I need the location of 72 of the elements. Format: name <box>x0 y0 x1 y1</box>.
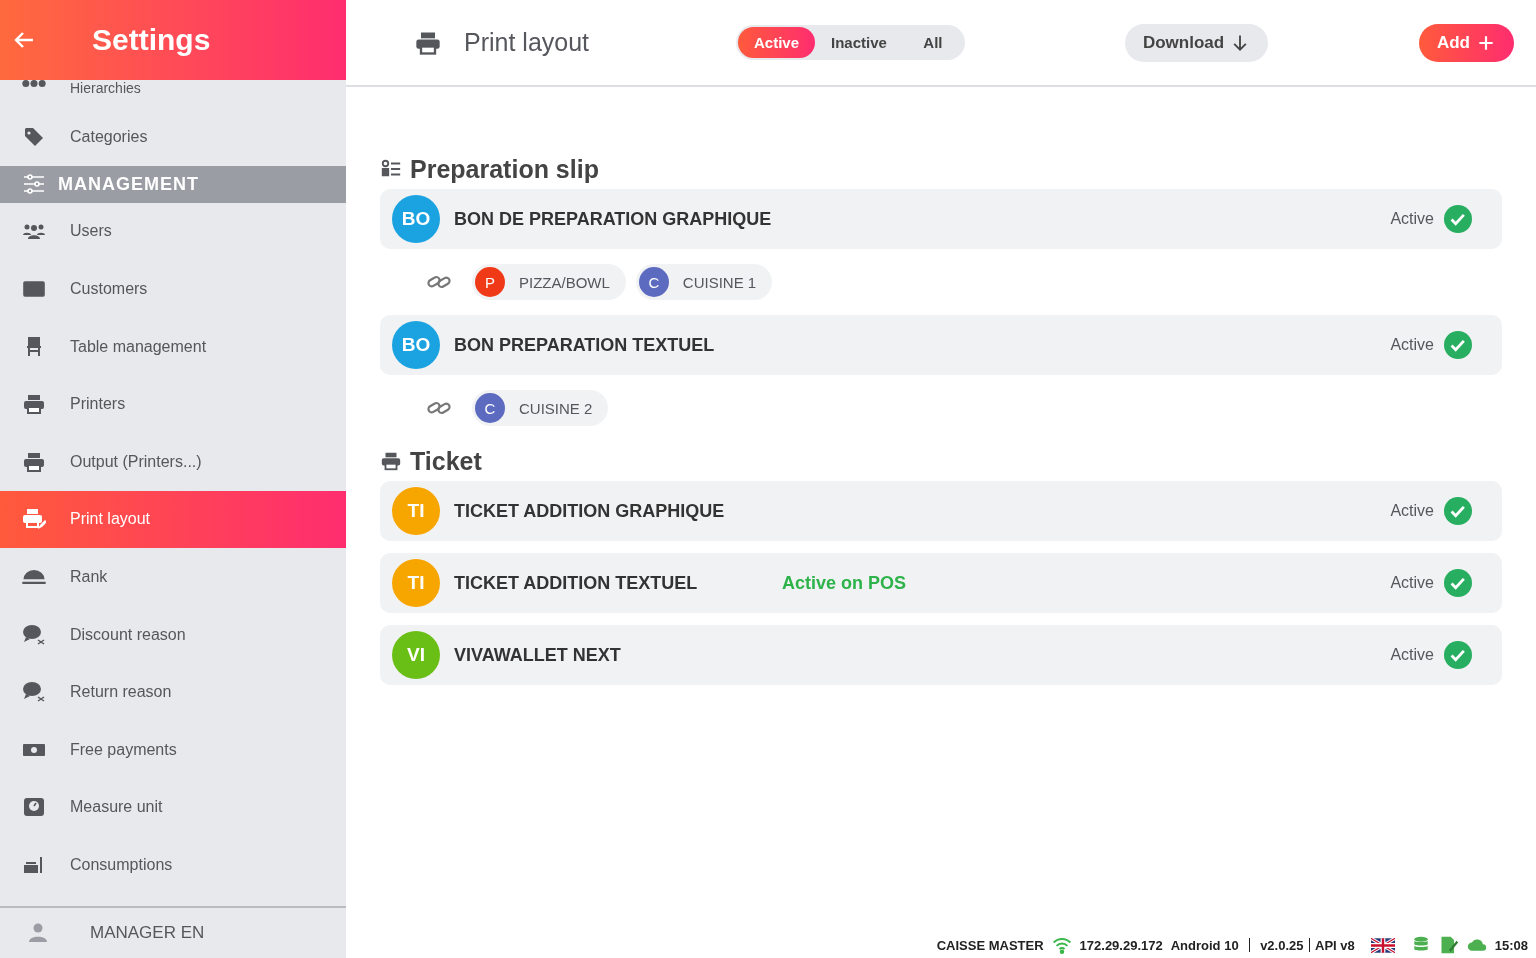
person-icon <box>26 921 50 945</box>
initials-avatar: BO <box>392 321 440 369</box>
sidebar-item[interactable]: Free payments <box>0 720 346 779</box>
printer-chip[interactable]: C CUISINE 1 <box>635 264 773 300</box>
layout-name: TICKET ADDITION TEXTUEL <box>454 572 699 594</box>
sidebar-item[interactable]: Output (Printers...) <box>0 432 346 491</box>
printer-chip[interactable]: P PIZZA/BOWL <box>472 264 626 300</box>
api-version: API v8 <box>1315 937 1355 953</box>
layout-name: BON PREPARATION TEXTUEL <box>454 334 716 356</box>
layout-name: BON DE PREPARATION GRAPHIQUE <box>454 208 773 230</box>
sliders-icon <box>22 172 46 197</box>
sidebar-item[interactable]: Consumptions <box>0 836 346 894</box>
sidebar-item[interactable]: Printers <box>0 375 346 433</box>
status-label: Active <box>1390 336 1434 354</box>
initials-avatar: TI <box>392 487 440 535</box>
status-label: Active <box>1390 646 1434 664</box>
page-title: Print layout <box>464 28 590 57</box>
ip-address: 172.29.29.172 <box>1079 937 1163 953</box>
filter-tab[interactable]: Inactive <box>815 27 903 58</box>
sidebar-item[interactable]: Table management <box>0 317 346 376</box>
hierarchy-icon <box>22 80 46 87</box>
app-version: v2.0.25 <box>1260 937 1304 953</box>
initial-avatar: C <box>475 393 505 423</box>
section-title: MANAGEMENT <box>58 173 199 195</box>
add-button[interactable]: Add <box>1418 23 1514 62</box>
printer-pen-icon <box>22 507 46 532</box>
initials-avatar: VI <box>392 631 440 679</box>
sidebar-item[interactable]: Discount reason <box>0 605 346 664</box>
layout-name: VIVAWALLET NEXT <box>454 644 622 666</box>
printer-icon <box>22 392 46 417</box>
sidebar-item[interactable]: Print layout <box>0 490 346 549</box>
chip-label: PIZZA/BOWL <box>519 273 610 291</box>
filter-tab[interactable]: All <box>902 27 963 58</box>
chip-label: CUISINE 1 <box>682 273 757 291</box>
status-label: Active <box>1390 210 1434 228</box>
sidebar-title: Settings <box>92 23 211 57</box>
pos-status: Active on POS <box>782 572 907 594</box>
download-button[interactable]: Download <box>1124 23 1269 62</box>
printer-icon <box>380 450 402 472</box>
sidebar-item[interactable]: Measure unit <box>0 778 346 837</box>
sidebar-item[interactable]: Customers <box>0 260 346 318</box>
wifi-icon <box>1051 935 1072 955</box>
chip-label: CUISINE 2 <box>519 399 593 417</box>
sidebar-item[interactable]: Categories <box>0 108 346 166</box>
group-title: Ticket <box>410 446 482 476</box>
initial-avatar: C <box>638 267 669 297</box>
initials-avatar: BO <box>392 195 440 243</box>
layout-row[interactable]: TI TICKET ADDITION GRAPHIQUE Active <box>380 481 1502 541</box>
group-title: Preparation slip <box>410 154 599 184</box>
sidebar-item[interactable]: Return reason <box>0 663 346 721</box>
cloche-icon <box>22 569 46 584</box>
layout-row[interactable]: VI VIVAWALLET NEXT Active <box>380 625 1502 685</box>
flag-icon <box>1370 937 1395 953</box>
sidebar-item[interactable]: Users <box>0 202 346 261</box>
user-item[interactable]: MANAGER EN <box>0 906 346 958</box>
speech-bubble-icon <box>22 680 46 705</box>
sidebar-item[interactable]: Hierarchies <box>0 80 346 108</box>
initial-avatar: P <box>475 267 505 297</box>
sidebar-item[interactable]: Rank <box>0 548 346 606</box>
status-label: Active <box>1390 574 1434 592</box>
layout-row[interactable]: BO BON PREPARATION TEXTUEL Active <box>380 315 1502 375</box>
clock-time: 15:08 <box>1494 937 1528 953</box>
speech-bubble-icon <box>22 622 46 647</box>
os-version: Android 10 <box>1170 937 1239 953</box>
filter-tab[interactable]: Active <box>738 27 816 58</box>
device-name: CAISSE MASTER <box>936 937 1044 953</box>
layout-row[interactable]: BO BON DE PREPARATION GRAPHIQUE Active <box>380 189 1502 249</box>
status-label: Active <box>1390 502 1434 520</box>
layout-row[interactable]: TI TICKET ADDITION TEXTUEL Active on POS Active <box>380 553 1502 613</box>
printer-chip[interactable]: C CUISINE 2 <box>472 390 609 426</box>
layout-name: TICKET ADDITION GRAPHIQUE <box>454 500 726 522</box>
initials-avatar: TI <box>392 559 440 607</box>
